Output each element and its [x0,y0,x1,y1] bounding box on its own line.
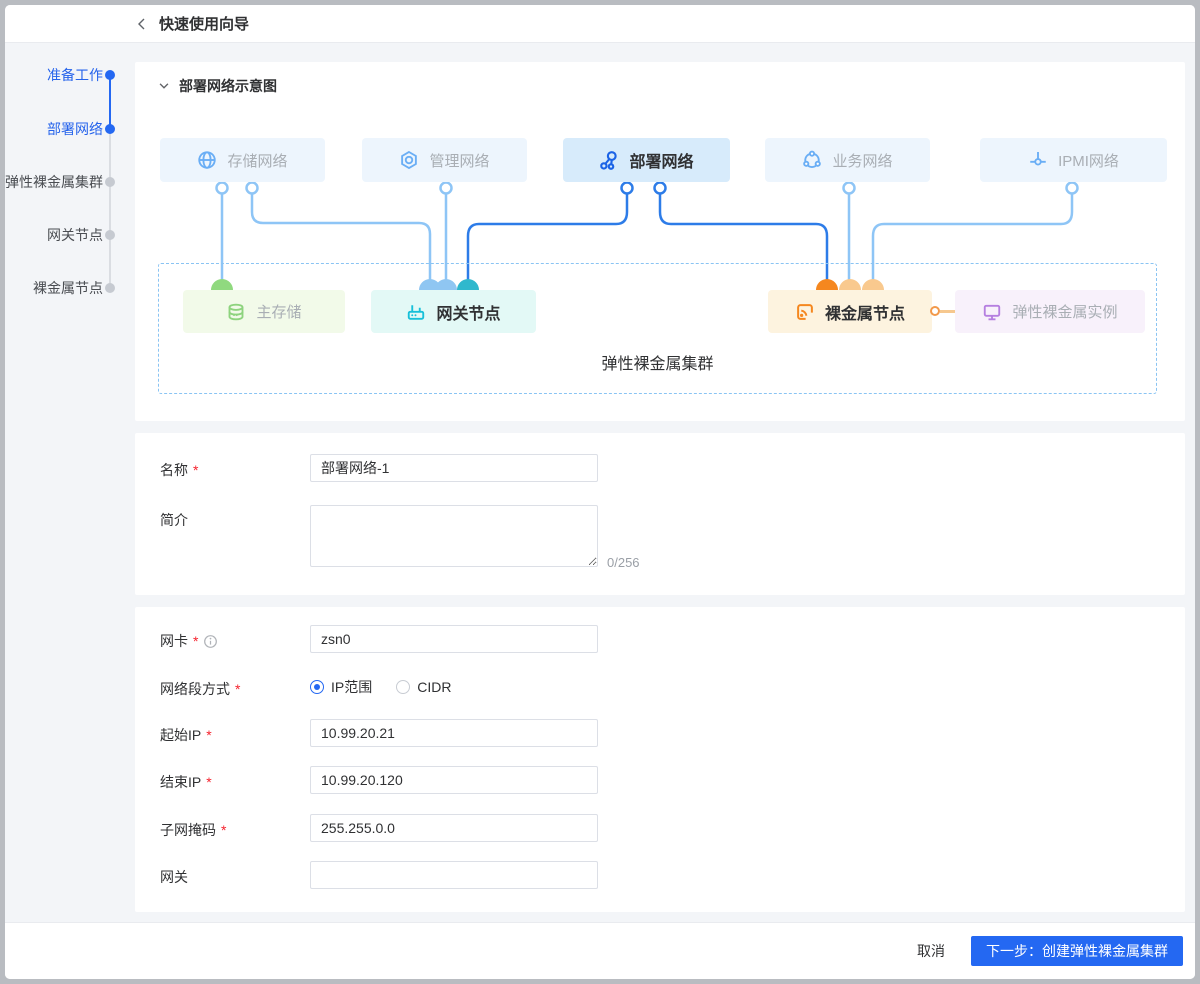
end-ip-label: 结束IP* [160,772,212,792]
cloud-nodes-icon [802,150,822,170]
segment-mode-radio-group: IP范围 CIDR [310,677,451,697]
node-ipmi-network: IPMI网络 [980,138,1167,182]
sidebar-item-deploy-network[interactable]: 部署网络 [5,119,103,139]
nic-input[interactable] [310,625,598,653]
diagram-card: 部署网络示意图 [135,62,1185,421]
description-label: 简介 [160,510,188,530]
required-mark: * [221,822,226,838]
name-input[interactable] [310,454,598,482]
next-step-button[interactable]: 下一步：创建弹性裸金属集群 [971,936,1183,966]
network-settings-card: 网卡* 网络段方式* IP范围 CIDR 起始IP* 结束IP* [135,607,1185,912]
description-textarea[interactable] [310,505,598,567]
required-mark: * [206,774,211,790]
wizard-footer: 取消 下一步：创建弹性裸金属集群 [5,922,1195,979]
node-manage-network: 管理网络 [362,138,527,182]
baremetal-instance-link-ring [930,306,940,316]
radio-dot [396,680,410,694]
sidebar-item-prepare[interactable]: 准备工作 [5,65,103,85]
node-label: 弹性裸金属实例 [1012,301,1117,322]
step-dot-deploy-network [105,124,115,134]
diagram-section-title: 部署网络示意图 [179,76,277,96]
nic-label: 网卡* [160,631,218,651]
node-gateway: 网关节点 [371,290,536,333]
node-label: 管理网络 [429,150,489,171]
basic-info-card: 名称* 简介 0/256 [135,433,1185,595]
hex-nut-icon [399,150,419,170]
start-ip-label: 起始IP* [160,725,212,745]
sidebar-item-baremetal-node[interactable]: 裸金属节点 [5,278,103,298]
router-icon [406,302,426,322]
end-ip-input[interactable] [310,766,598,794]
step-dot-baremetal-node [105,283,115,293]
node-label: 业务网络 [832,150,892,171]
node-main-storage: 主存储 [183,290,345,333]
cancel-button[interactable]: 取消 [917,941,945,961]
required-mark: * [235,681,240,697]
step-dot-prepare [105,70,115,80]
info-icon[interactable] [203,634,218,649]
gateway-label: 网关 [160,867,188,887]
node-business-network: 业务网络 [765,138,930,182]
node-label: IPMI网络 [1058,150,1119,171]
steps-rail-active [109,75,111,129]
node-label: 裸金属节点 [825,300,905,324]
page-title: 快速使用向导 [159,13,249,34]
probe-icon [1028,150,1048,170]
required-mark: * [206,727,211,743]
diagram-section-toggle[interactable]: 部署网络示意图 [157,76,277,96]
step-dot-elastic-cluster [105,177,115,187]
node-baremetal: 裸金属节点 [768,290,932,333]
start-ip-input[interactable] [310,719,598,747]
chevron-down-icon [157,79,171,93]
node-deploy-network: 部署网络 [563,138,730,182]
char-counter: 0/256 [607,555,640,570]
gateway-input[interactable] [310,861,598,889]
screenshot-root: 快速使用向导 准备工作 部署网络 弹性裸金属集群 网关节点 裸金属节点 部署网络… [0,0,1200,984]
node-storage-network: 存储网络 [160,138,325,182]
cluster-label: 弹性裸金属集群 [158,350,1157,374]
monitor-icon [982,302,1002,322]
node-label: 主存储 [256,301,301,322]
required-mark: * [193,462,198,478]
step-dot-gateway-node [105,230,115,240]
stream-icon [795,302,815,322]
subnet-mask-label: 子网掩码* [160,820,226,840]
app-window: 快速使用向导 准备工作 部署网络 弹性裸金属集群 网关节点 裸金属节点 部署网络… [0,0,1200,984]
sidebar-item-elastic-cluster[interactable]: 弹性裸金属集群 [5,172,103,192]
segment-mode-label: 网络段方式* [160,679,240,699]
name-label: 名称* [160,460,198,480]
radio-dot [310,680,324,694]
node-label: 部署网络 [629,148,693,172]
sidebar-item-gateway-node[interactable]: 网关节点 [5,225,103,245]
back-button[interactable] [133,15,151,33]
page-header: 快速使用向导 [5,5,1195,43]
subnet-mask-input[interactable] [310,814,598,842]
radio-cidr[interactable]: CIDR [396,679,451,695]
node-elastic-instance: 弹性裸金属实例 [955,290,1145,333]
node-label: 网关节点 [436,300,500,324]
required-mark: * [193,633,198,649]
database-icon [226,302,246,322]
node-label: 存储网络 [227,150,287,171]
network-nodes-icon [599,150,619,170]
globe-icon [197,150,217,170]
radio-ip-range[interactable]: IP范围 [310,677,372,697]
chevron-left-icon [134,16,150,32]
baremetal-instance-link-line [940,310,955,313]
